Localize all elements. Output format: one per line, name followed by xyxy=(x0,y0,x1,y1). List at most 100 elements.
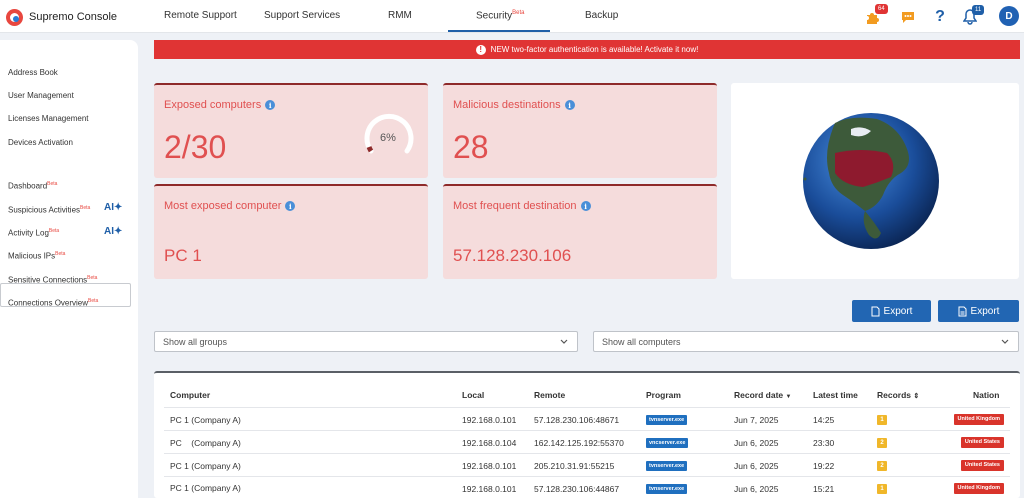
cell-record-date: Jun 6, 2025 xyxy=(734,461,779,471)
records-badge: 1 xyxy=(877,415,887,425)
cell-computer[interactable]: PC (Company A) xyxy=(170,438,241,448)
help-button[interactable]: ? xyxy=(931,8,949,26)
row-divider xyxy=(164,430,1010,431)
sidebar-item-suspicious-activities[interactable]: Suspicious ActivitiesBeta xyxy=(8,205,90,215)
info-icon[interactable]: i xyxy=(285,201,296,211)
cell-computer[interactable]: PC 1 (Company A) xyxy=(170,483,241,493)
row-divider xyxy=(164,476,1010,477)
tab-backup[interactable]: Backup xyxy=(585,10,618,21)
cell-computer[interactable]: PC 1 (Company A) xyxy=(170,415,241,425)
header-divider xyxy=(164,407,1010,408)
cell-remote: 162.142.125.192:55370 xyxy=(534,438,624,448)
cell-computer[interactable]: PC 1 (Company A) xyxy=(170,461,241,471)
exposed-computers-value: 2/30 xyxy=(164,129,227,165)
card-title: Most exposed computer i xyxy=(164,200,296,212)
malicious-destinations-value: 28 xyxy=(453,129,489,165)
column-header-latest-time[interactable]: Latest time xyxy=(813,390,858,400)
column-header-nation[interactable]: Nation xyxy=(973,390,999,400)
cell-remote: 57.128.230.106:48671 xyxy=(534,415,620,425)
gauge-percent: 6% xyxy=(380,132,396,144)
tab-support-services[interactable]: Support Services xyxy=(264,10,340,21)
program-badge: tvnserver.exe xyxy=(646,415,688,425)
info-icon[interactable]: i xyxy=(580,201,591,211)
records-badge: 1 xyxy=(877,484,887,494)
info-icon[interactable]: i xyxy=(265,100,276,110)
cell-latest-time: 14:25 xyxy=(813,415,835,425)
cell-local: 192.168.0.101 xyxy=(462,484,517,494)
card-title: Exposed computers i xyxy=(164,99,276,111)
cell-latest-time: 23:30 xyxy=(813,438,835,448)
chevron-down-icon xyxy=(560,339,568,344)
sidebar-item-address-book[interactable]: Address Book xyxy=(8,68,58,77)
help-icon: ? xyxy=(935,8,945,25)
most-exposed-computer-card: Most exposed computer i PC 1 xyxy=(154,184,428,279)
connections-table: Computer Local Remote Program Record dat… xyxy=(154,371,1020,498)
export-button[interactable]: Export xyxy=(852,300,931,322)
cell-local: 192.168.0.101 xyxy=(462,415,517,425)
sidebar-item-malicious-ips[interactable]: Malicious IPsBeta xyxy=(8,251,65,261)
column-header-program[interactable]: Program xyxy=(646,390,681,400)
addons-button[interactable]: 64 xyxy=(864,4,888,26)
most-exposed-computer-value: PC 1 xyxy=(164,246,202,265)
sort-down-icon: ▼ xyxy=(785,394,792,400)
tab-remote-support[interactable]: Remote Support xyxy=(164,10,237,21)
sidebar-item-devices-activation[interactable]: Devices Activation xyxy=(8,138,73,147)
avatar[interactable]: D xyxy=(999,6,1019,26)
sidebar-item-licenses-management[interactable]: Licenses Management xyxy=(8,114,89,123)
tab-security[interactable]: SecurityBeta xyxy=(476,10,524,21)
sidebar: Address Book User Management Licenses Ma… xyxy=(0,40,138,498)
sidebar-item-connections-overview[interactable]: Connections OverviewBeta xyxy=(8,298,98,308)
cell-latest-time: 19:22 xyxy=(813,461,835,471)
column-header-remote[interactable]: Remote xyxy=(534,390,565,400)
cell-remote: 205.210.31.91:55215 xyxy=(534,461,615,471)
chat-button[interactable] xyxy=(899,8,917,26)
top-bar: Supremo Console Remote Support Support S… xyxy=(0,0,1024,33)
app-name: Supremo Console xyxy=(29,11,118,23)
banner-text: NEW two-factor authentication is availab… xyxy=(490,45,699,54)
records-badge: 2 xyxy=(877,461,887,471)
chevron-down-icon xyxy=(1001,339,1009,344)
cell-local: 192.168.0.104 xyxy=(462,438,517,448)
notifications-button[interactable]: 11 xyxy=(961,5,985,26)
card-title: Most frequent destination i xyxy=(453,200,591,212)
cell-latest-time: 15:21 xyxy=(813,484,835,494)
column-header-records[interactable]: Records ⇕ xyxy=(877,390,919,400)
most-frequent-destination-value: 57.128.230.106 xyxy=(453,246,572,265)
sort-icon: ⇕ xyxy=(913,393,920,400)
export-button[interactable]: Export xyxy=(938,300,1019,322)
cell-record-date: Jun 6, 2025 xyxy=(734,484,779,494)
notifications-badge: 11 xyxy=(972,5,985,15)
program-badge: tvnserver.exe xyxy=(646,461,688,471)
column-header-local[interactable]: Local xyxy=(462,390,484,400)
cell-remote: 57.128.230.106:44867 xyxy=(534,484,620,494)
supremo-logo-icon xyxy=(6,8,23,26)
computers-select[interactable]: Show all computers xyxy=(593,331,1019,352)
records-badge: 2 xyxy=(877,438,887,448)
globe-map[interactable] xyxy=(731,83,1019,279)
tab-rmm[interactable]: RMM xyxy=(388,10,412,21)
nation-badge: United States xyxy=(960,437,1004,448)
nation-badge: United Kingdom xyxy=(953,414,1004,425)
sidebar-item-user-management[interactable]: User Management xyxy=(8,91,74,100)
column-header-computer[interactable]: Computer xyxy=(170,390,210,400)
sidebar-item-dashboard[interactable]: DashboardBeta xyxy=(8,181,57,191)
active-tab-indicator xyxy=(448,30,550,32)
ai-sparkle-icon: AI✦ xyxy=(104,226,123,237)
column-header-record-date[interactable]: Record date ▼ xyxy=(734,390,791,400)
two-factor-banner[interactable]: ! NEW two-factor authentication is avail… xyxy=(154,40,1020,59)
cell-record-date: Jun 6, 2025 xyxy=(734,438,779,448)
program-badge: tvnserver.exe xyxy=(646,484,688,494)
sidebar-item-sensitive-connections[interactable]: Sensitive ConnectionsBeta xyxy=(8,275,97,285)
card-title: Malicious destinations i xyxy=(453,99,575,111)
nation-badge: United Kingdom xyxy=(953,483,1004,494)
globe-panel xyxy=(731,83,1019,279)
ai-sparkle-icon: AI✦ xyxy=(104,202,123,213)
sidebar-item-activity-log[interactable]: Activity LogBeta xyxy=(8,228,59,238)
brand[interactable]: Supremo Console xyxy=(6,7,117,27)
exposed-computers-card: Exposed computers i 2/30 6% xyxy=(154,83,428,178)
nation-badge: United States xyxy=(960,460,1004,471)
groups-select[interactable]: Show all groups xyxy=(154,331,578,352)
most-frequent-destination-card: Most frequent destination i 57.128.230.10… xyxy=(443,184,717,279)
addons-badge: 64 xyxy=(875,4,888,14)
info-icon[interactable]: i xyxy=(564,100,575,110)
